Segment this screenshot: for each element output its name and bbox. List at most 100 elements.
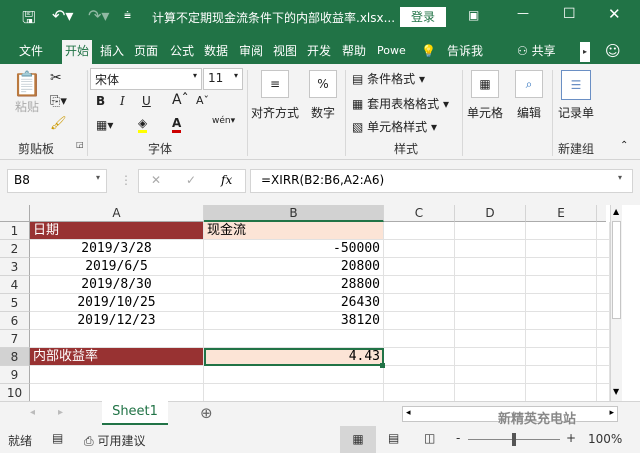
cell-c4[interactable] (384, 276, 455, 294)
scroll-right-icon[interactable]: ▸ (609, 408, 614, 418)
tab-help[interactable]: 帮助 (339, 40, 369, 64)
scroll-up-icon[interactable]: ▲ (613, 207, 619, 216)
save-icon[interactable]: 🖫 (22, 7, 36, 34)
phonetic-icon[interactable]: wén▾ (212, 116, 235, 126)
cell-b8[interactable]: 4.43 (204, 348, 384, 366)
row-header-5[interactable]: 5 (0, 294, 30, 312)
scroll-left-icon[interactable]: ◂ (406, 408, 411, 418)
cut-icon[interactable]: ✂ (50, 70, 62, 86)
cell-c3[interactable] (384, 258, 455, 276)
cell-b6[interactable]: 38120 (204, 312, 384, 330)
fill-handle[interactable] (380, 363, 385, 368)
row-header-3[interactable]: 3 (0, 258, 30, 276)
cell-x8[interactable] (597, 348, 610, 366)
insert-function-button[interactable]: fx (221, 173, 232, 187)
tab-developer[interactable]: 开发 (304, 40, 334, 64)
cell-a2[interactable]: 2019/3/28 (30, 240, 204, 258)
cell-b3[interactable]: 20800 (204, 258, 384, 276)
row-header-9[interactable]: 9 (0, 366, 30, 384)
cell-d9[interactable] (455, 366, 526, 384)
column-header-c[interactable]: C (384, 205, 455, 222)
cell-e5[interactable] (526, 294, 597, 312)
cell-b9[interactable] (204, 366, 384, 384)
cell-x10[interactable] (597, 384, 610, 402)
page-break-view-icon[interactable]: ◫ (424, 431, 435, 445)
cell-b7[interactable] (204, 330, 384, 348)
cell-c2[interactable] (384, 240, 455, 258)
cell-a4[interactable]: 2019/8/30 (30, 276, 204, 294)
cell-b2[interactable]: -50000 (204, 240, 384, 258)
cell-e9[interactable] (526, 366, 597, 384)
scroll-down-icon[interactable]: ▼ (613, 387, 619, 396)
vertical-scrollbar[interactable]: ▲ ▼ (610, 205, 622, 401)
normal-view-icon[interactable]: ▦ (340, 426, 376, 453)
cancel-icon[interactable]: ✕ (151, 173, 161, 187)
undo-icon[interactable]: ↶▾ (52, 6, 73, 25)
cell-x5[interactable] (597, 294, 610, 312)
row-header-4[interactable]: 4 (0, 276, 30, 294)
cell-b10[interactable] (204, 384, 384, 402)
close-button[interactable]: ✕ (608, 5, 621, 23)
zoom-level[interactable]: 100% (588, 432, 622, 446)
tab-data[interactable]: 数据 (201, 40, 231, 64)
cell-a5[interactable]: 2019/10/25 (30, 294, 204, 312)
zoom-slider-thumb[interactable] (512, 433, 516, 446)
smiley-feedback-icon[interactable]: ☺ (605, 42, 621, 60)
cell-d10[interactable] (455, 384, 526, 402)
decrease-font-icon[interactable]: Aˇ (196, 94, 209, 107)
cell-c5[interactable] (384, 294, 455, 312)
column-header-d[interactable]: D (455, 205, 526, 222)
drag-handle-icon[interactable]: ⋮ (120, 173, 132, 187)
cell-c10[interactable] (384, 384, 455, 402)
cell-x6[interactable] (597, 312, 610, 330)
cell-style-button[interactable]: ▧ 单元格样式 ▾ (352, 118, 437, 135)
enter-icon[interactable]: ✓ (186, 173, 196, 187)
row-header-1[interactable]: 1 (0, 222, 30, 240)
cell-d6[interactable] (455, 312, 526, 330)
sheet-tab-sheet1[interactable]: Sheet1 (102, 401, 168, 425)
copy-icon[interactable]: ⎘▾ (50, 94, 67, 109)
page-layout-view-icon[interactable]: ▤ (388, 431, 399, 445)
scroll-tabs-right[interactable]: ▸ (580, 42, 590, 62)
tab-formulas[interactable]: 公式 (167, 40, 197, 64)
paste-button[interactable]: 📋 粘贴 (12, 70, 42, 115)
cell-c8[interactable] (384, 348, 455, 366)
cell-x1[interactable] (597, 222, 610, 240)
share-button[interactable]: ⚇ 共享 (514, 40, 559, 64)
login-button[interactable]: 登录 (400, 7, 446, 27)
cell-d1[interactable] (455, 222, 526, 240)
editing-button[interactable]: ⌕ 编辑 (508, 70, 550, 121)
font-color-icon[interactable]: A (172, 116, 182, 133)
macro-record-icon[interactable]: ▤ (52, 431, 63, 445)
alignment-button[interactable]: ≡ 对齐方式 (250, 70, 300, 121)
font-name-select[interactable]: 宋体 ▾ (90, 68, 202, 90)
form-button[interactable]: ☰ 记录单 (554, 70, 598, 121)
collapse-ribbon-icon[interactable]: ⌃ (620, 140, 628, 151)
ribbon-display-icon[interactable]: ▣ (468, 8, 479, 22)
cell-d7[interactable] (455, 330, 526, 348)
cell-x4[interactable] (597, 276, 610, 294)
prev-sheet-icon[interactable]: ◂ (30, 407, 35, 418)
cell-e6[interactable] (526, 312, 597, 330)
customize-qat-icon[interactable]: ⩧ (124, 8, 131, 23)
cell-a8[interactable]: 内部收益率 (30, 348, 204, 366)
table-format-button[interactable]: ▦ 套用表格格式 ▾ (352, 95, 449, 112)
name-box[interactable]: B8 ▾ (7, 169, 107, 193)
tab-page-layout[interactable]: 页面 (131, 40, 161, 64)
fill-color-icon[interactable]: ◈ (138, 116, 148, 133)
tab-view[interactable]: 视图 (270, 40, 300, 64)
bold-button[interactable]: B (96, 94, 105, 108)
format-painter-icon[interactable]: 🖌 (50, 116, 67, 131)
zoom-in-button[interactable]: + (566, 431, 576, 445)
underline-button[interactable]: U (142, 94, 151, 108)
row-header-7[interactable]: 7 (0, 330, 30, 348)
cell-e10[interactable] (526, 384, 597, 402)
accessibility-button[interactable]: ⎙ 可用建议 (84, 432, 145, 449)
cell-d3[interactable] (455, 258, 526, 276)
column-header-a[interactable]: A (30, 205, 204, 222)
row-header-10[interactable]: 10 (0, 384, 30, 402)
cell-x7[interactable] (597, 330, 610, 348)
redo-icon[interactable]: ↷▾ (88, 6, 109, 25)
tell-me-search[interactable]: 告诉我 (444, 40, 486, 64)
cell-e4[interactable] (526, 276, 597, 294)
